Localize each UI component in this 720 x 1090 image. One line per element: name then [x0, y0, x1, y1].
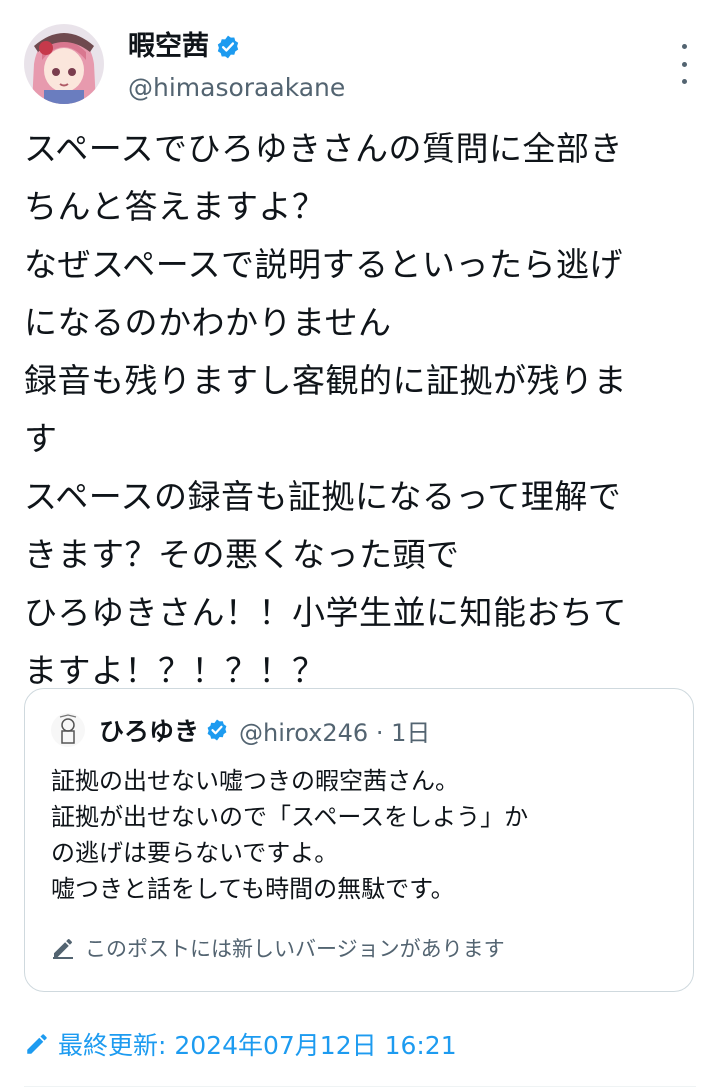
- last-updated-label: 最終更新: 2024年07月12日 16:21: [58, 1031, 457, 1060]
- pencil-icon: [53, 939, 73, 959]
- author-avatar[interactable]: [24, 24, 104, 104]
- last-updated[interactable]: 最終更新: 2024年07月12日 16:21: [24, 1026, 457, 1062]
- more-vertical-icon[interactable]: [672, 44, 696, 84]
- quoted-handle-time: @hirox246 · 1日: [239, 718, 431, 747]
- quoted-tweet[interactable]: ひろゆき @hirox246 · 1日 証拠の出せない嘘つきの暇空茜さん。 証拠…: [24, 688, 694, 992]
- quoted-author-avatar[interactable]: [51, 713, 85, 747]
- author-handle[interactable]: @himasoraakane: [128, 72, 345, 104]
- author-display-name[interactable]: 暇空茜: [128, 30, 209, 64]
- quoted-text: 証拠の出せない嘘つきの暇空茜さん。 証拠が出せないので「スペースをしよう」か の…: [51, 767, 529, 903]
- edited-version-label: このポストには新しいバージョンがあります: [85, 937, 505, 961]
- quoted-display-name: ひろゆき: [99, 717, 200, 746]
- verified-badge-icon: [207, 719, 227, 741]
- tweet-text: スペースでひろゆきさんの質問に全部き ちんと答えますよ？ なぜスペースで説明する…: [24, 129, 627, 690]
- tweet-header: 暇空茜 @himasoraakane: [24, 24, 696, 108]
- divider: [24, 1086, 696, 1087]
- edited-version-note[interactable]: このポストには新しいバージョンがあります: [51, 933, 505, 963]
- pencil-icon: [27, 1034, 47, 1054]
- verified-badge-icon: [217, 35, 239, 59]
